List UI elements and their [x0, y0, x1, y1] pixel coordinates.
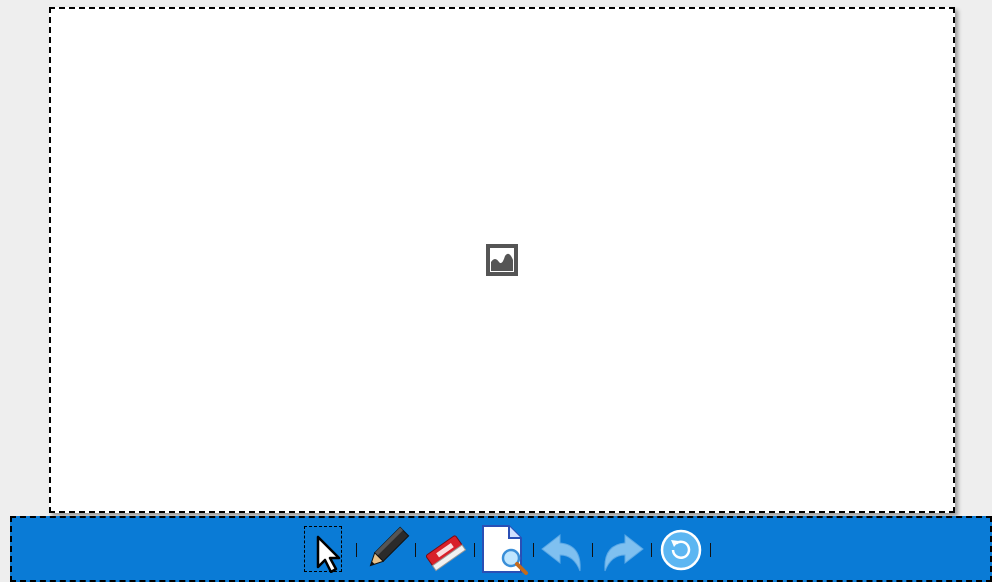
redo-arrow-icon — [597, 525, 647, 575]
arrow-cursor-icon — [305, 527, 349, 573]
drawing-canvas[interactable] — [49, 7, 955, 513]
reset-circle-icon — [659, 528, 703, 572]
toolbar-separator — [356, 543, 357, 557]
pencil-icon — [362, 526, 410, 574]
toolbar-separator — [415, 543, 416, 557]
reset-tool-button[interactable] — [656, 525, 706, 575]
toolbar-separator — [474, 543, 475, 557]
redo-tool-button[interactable] — [597, 525, 647, 575]
toolbar — [10, 516, 992, 582]
toolbar-separator — [651, 543, 652, 557]
magnifier-document-icon — [479, 524, 529, 576]
tool-group — [302, 524, 715, 576]
pencil-tool-button[interactable] — [361, 525, 411, 575]
undo-arrow-icon — [538, 525, 588, 575]
image-placeholder-icon — [486, 244, 518, 276]
undo-tool-button[interactable] — [538, 525, 588, 575]
toolbar-separator — [533, 543, 534, 557]
eraser-tool-button[interactable] — [420, 525, 470, 575]
preview-tool-button[interactable] — [479, 525, 529, 575]
toolbar-separator — [710, 543, 711, 557]
toolbar-separator — [592, 543, 593, 557]
select-tool-button[interactable] — [302, 525, 352, 575]
eraser-icon — [421, 526, 469, 574]
